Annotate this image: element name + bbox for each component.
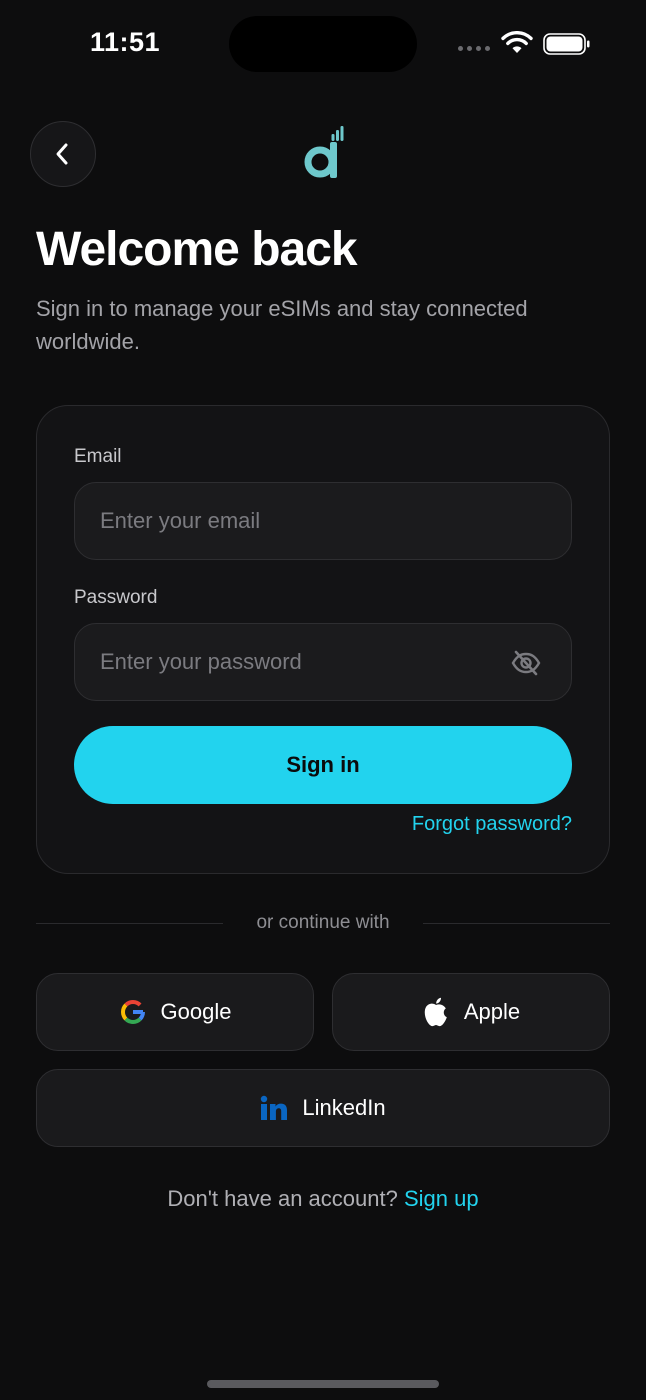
linkedin-icon xyxy=(261,1095,288,1120)
chevron-left-icon xyxy=(56,143,68,165)
divider-line-right xyxy=(423,923,610,924)
linkedin-label: LinkedIn xyxy=(302,1095,386,1120)
dynamic-island xyxy=(229,16,417,72)
google-label: Google xyxy=(160,999,232,1024)
page-subtitle: Sign in to manage your eSIMs and stay co… xyxy=(36,296,528,354)
email-field-wrapper xyxy=(74,482,572,560)
email-field[interactable] xyxy=(75,483,571,559)
google-signin-button[interactable]: Google xyxy=(36,973,314,1051)
wifi-icon xyxy=(501,31,533,53)
password-field-wrapper xyxy=(74,623,572,701)
apple-signin-button[interactable]: Apple xyxy=(332,973,610,1051)
home-indicator[interactable] xyxy=(207,1380,439,1388)
login-screen: 11:51 Welcome back Sign in to manage you… xyxy=(0,0,646,1400)
password-field[interactable] xyxy=(75,624,571,700)
cellular-signal-icon xyxy=(458,46,490,51)
signup-prompt: Don't have an account? Sign up xyxy=(0,1186,646,1212)
app-logo-icon xyxy=(304,126,344,178)
status-time: 11:51 xyxy=(90,27,161,57)
signin-button[interactable]: Sign in xyxy=(74,726,572,804)
apple-label: Apple xyxy=(463,999,521,1024)
battery-icon xyxy=(543,33,590,55)
password-label: Password xyxy=(74,587,158,608)
email-label: Email xyxy=(74,446,122,467)
apple-icon xyxy=(424,997,447,1027)
eye-off-icon[interactable] xyxy=(511,649,541,677)
signin-card: Email Password Sign in Forgot password? xyxy=(36,405,610,874)
google-icon xyxy=(120,1000,145,1024)
back-button[interactable] xyxy=(30,121,96,187)
forgot-password-link[interactable]: Forgot password? xyxy=(412,813,572,836)
page-title: Welcome back xyxy=(36,223,358,276)
signup-link[interactable]: Sign up xyxy=(404,1186,479,1211)
signup-prompt-text: Don't have an account? xyxy=(167,1186,398,1211)
linkedin-signin-button[interactable]: LinkedIn xyxy=(36,1069,610,1147)
